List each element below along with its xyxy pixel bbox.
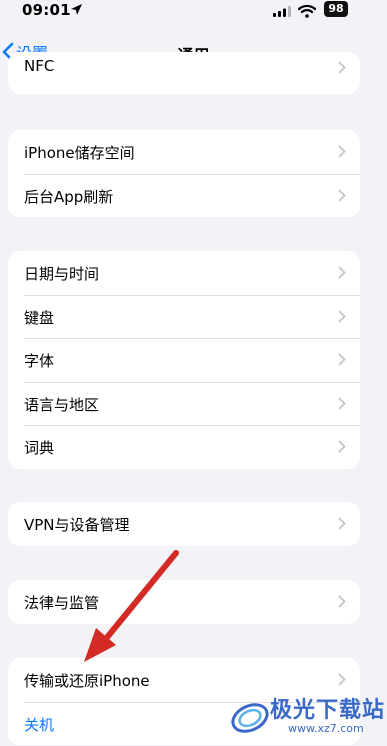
- chevron-right-icon: [338, 310, 346, 322]
- cellular-signal-icon: [273, 6, 291, 17]
- status-bar: 09:01 98: [0, 0, 387, 26]
- settings-group-storage: iPhone储存空间 后台App刷新: [8, 130, 360, 217]
- row-nfc[interactable]: NFC: [8, 52, 360, 94]
- row-label: NFC: [24, 57, 55, 75]
- row-background-app-refresh[interactable]: 后台App刷新: [8, 173, 360, 218]
- row-label: VPN与设备管理: [24, 516, 130, 534]
- watermark-text: 极光下载站: [270, 698, 386, 723]
- row-label: 法律与监管: [24, 594, 100, 612]
- row-label: 日期与时间: [24, 265, 100, 283]
- row-label: iPhone储存空间: [24, 144, 135, 162]
- row-label: 后台App刷新: [24, 187, 114, 206]
- settings-group-legal: 法律与监管: [8, 580, 360, 624]
- row-label: 字体: [24, 352, 55, 370]
- chevron-right-icon: [338, 517, 346, 530]
- watermark-logo: 极光下载站 www.xz7.com: [226, 690, 387, 746]
- watermark-url: www.xz7.com: [288, 722, 364, 735]
- settings-group-locale: 日期与时间 键盘 字体 语言与地区 词典: [8, 251, 360, 469]
- chevron-right-icon: [338, 145, 346, 158]
- row-label: 语言与地区: [24, 395, 100, 414]
- row-vpn-device-management[interactable]: VPN与设备管理: [8, 502, 360, 546]
- chevron-right-icon: [338, 673, 346, 686]
- row-label: 键盘: [24, 308, 55, 327]
- row-date-time[interactable]: 日期与时间: [8, 251, 360, 295]
- settings-group-vpn: VPN与设备管理: [8, 502, 360, 546]
- settings-group-nfc: NFC: [8, 52, 360, 94]
- chevron-right-icon: [338, 595, 346, 608]
- status-time: 09:01: [22, 1, 71, 19]
- row-language-region[interactable]: 语言与地区: [8, 381, 360, 426]
- row-iphone-storage[interactable]: iPhone储存空间: [8, 130, 360, 174]
- chevron-right-icon: [338, 397, 346, 409]
- wifi-icon: [298, 4, 316, 18]
- row-dictionary[interactable]: 词典: [8, 425, 360, 469]
- battery-indicator: 98: [324, 1, 348, 17]
- row-legal-regulatory[interactable]: 法律与监管: [8, 580, 360, 624]
- watermark-swirl-icon: [231, 703, 269, 733]
- location-arrow-icon: [71, 4, 82, 15]
- chevron-right-icon: [338, 353, 346, 366]
- row-label: 传输或还原iPhone: [24, 672, 150, 690]
- chevron-right-icon: [338, 189, 346, 201]
- chevron-right-icon: [338, 440, 346, 453]
- row-keyboard[interactable]: 键盘: [8, 294, 360, 339]
- shut-down-link: 关机: [24, 715, 55, 734]
- chevron-right-icon: [338, 266, 346, 279]
- row-fonts[interactable]: 字体: [8, 338, 360, 382]
- row-label: 词典: [24, 439, 55, 457]
- chevron-right-icon: [338, 61, 346, 74]
